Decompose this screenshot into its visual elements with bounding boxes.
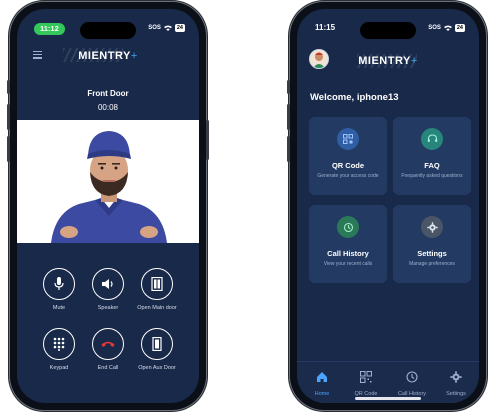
open-aux-door-label: Open Aux Door: [138, 365, 176, 371]
keypad-label: Keypad: [49, 365, 69, 371]
brand-plus: +: [410, 55, 418, 67]
history-icon: [406, 371, 418, 383]
welcome-heading: Welcome, iphone13: [310, 92, 399, 103]
home-indicator: [355, 397, 421, 400]
brand-name: MIENTRY: [358, 55, 411, 67]
left-phone: 11:12 SOS 24 MIENTRY+ Front Door 00:08 M…: [7, 2, 209, 410]
settings-card-subtitle: Manage preferences: [409, 261, 455, 267]
mute-button[interactable]: Mute: [31, 268, 87, 312]
brand-logo: MIENTRY+: [297, 55, 479, 67]
speaker-label: Speaker: [97, 305, 119, 311]
keypad-icon: [53, 337, 65, 351]
call-history-card-icon-bg: [337, 216, 359, 238]
status-bar: 11:15 SOS 24: [297, 18, 479, 39]
qr-code-card-subtitle: Generate your access code: [317, 173, 379, 179]
faq-card-subtitle: Frequently asked questions: [401, 173, 463, 179]
settings-card[interactable]: Settings Manage preferences: [393, 205, 471, 283]
dynamic-island: [80, 22, 136, 39]
headset-icon: [427, 134, 437, 142]
keypad-button[interactable]: Keypad: [31, 328, 87, 372]
visitor-photo: [17, 120, 199, 243]
call-history-card[interactable]: Call History View your recent calls: [309, 205, 387, 283]
qr-code-card-title: QR Code: [331, 161, 365, 170]
wifi-icon: [163, 25, 172, 31]
settings-card-title: Settings: [417, 249, 447, 258]
right-phone: 11:15 SOS 24 MIENTRY+ Welcome, iphone13 …: [287, 2, 486, 410]
volume-up-button: [287, 104, 290, 130]
volume-down-button: [7, 136, 10, 162]
tab-settings[interactable]: Settings: [433, 370, 479, 397]
power-button: [206, 120, 209, 160]
speaker-circle[interactable]: [92, 268, 124, 300]
video-feed: [17, 120, 199, 243]
battery-icon: 24: [174, 24, 185, 32]
action-button: [7, 80, 10, 94]
settings-card-icon-bg: [421, 216, 443, 238]
tab-settings-label: Settings: [446, 391, 466, 397]
wifi-icon: [443, 25, 452, 31]
volume-up-button: [7, 104, 10, 130]
sos-label: SOS: [148, 25, 161, 31]
action-button: [287, 80, 290, 94]
call-timer: 00:08: [97, 103, 119, 112]
faq-card-title: FAQ: [424, 161, 440, 170]
phone-hangup-icon: [101, 341, 115, 347]
status-indicators: SOS 24: [428, 24, 465, 32]
open-main-door-circle[interactable]: [141, 268, 173, 300]
door-icon: [152, 337, 162, 351]
open-aux-door-button[interactable]: Open Aux Door: [129, 328, 185, 372]
qr-code-icon: [343, 134, 353, 144]
gear-icon: [450, 371, 462, 383]
mute-label: Mute: [52, 305, 66, 311]
status-bar: 11:12 SOS 24: [17, 18, 199, 39]
brand-plus: +: [130, 50, 138, 62]
keypad-circle[interactable]: [43, 328, 75, 360]
end-call-button[interactable]: End Call: [80, 328, 136, 372]
volume-down-button: [287, 136, 290, 162]
dynamic-island: [360, 22, 416, 39]
battery-icon: 24: [454, 24, 465, 32]
speaker-button[interactable]: Speaker: [80, 268, 136, 312]
tab-home[interactable]: Home: [299, 370, 345, 397]
door-icon: [151, 277, 163, 291]
open-main-door-label: Open Main door: [137, 305, 177, 311]
qr-code-icon: [360, 371, 372, 383]
faq-card-icon-bg: [421, 128, 443, 150]
brand-logo: MIENTRY+: [17, 50, 199, 62]
home-icon: [317, 372, 327, 382]
status-time: 11:12: [34, 23, 65, 35]
call-history-card-title: Call History: [327, 249, 369, 258]
tab-qr-code[interactable]: QR Code: [343, 370, 389, 397]
end-call-circle[interactable]: [92, 328, 124, 360]
tab-home-label: Home: [314, 391, 330, 397]
call-history-card-subtitle: View your recent calls: [323, 261, 373, 267]
microphone-icon: [54, 277, 64, 290]
call-screen: 11:12 SOS 24 MIENTRY+ Front Door 00:08 M…: [17, 9, 199, 403]
status-time: 11:15: [315, 23, 336, 32]
status-indicators: SOS 24: [148, 24, 185, 32]
door-title: Front Door: [87, 89, 129, 98]
mute-circle[interactable]: [43, 268, 75, 300]
home-screen: 11:15 SOS 24 MIENTRY+ Welcome, iphone13 …: [297, 9, 479, 403]
qr-code-card[interactable]: QR Code Generate your access code: [309, 117, 387, 195]
qr-code-card-icon-bg: [337, 128, 359, 150]
brand-name: MIENTRY: [78, 50, 131, 62]
open-main-door-button[interactable]: Open Main door: [129, 268, 185, 312]
end-call-label: End Call: [97, 365, 119, 371]
gear-icon: [426, 221, 438, 233]
sos-label: SOS: [428, 25, 441, 31]
open-aux-door-circle[interactable]: [141, 328, 173, 360]
history-icon: [343, 222, 353, 232]
faq-card[interactable]: FAQ Frequently asked questions: [393, 117, 471, 195]
speaker-icon: [102, 279, 113, 289]
tab-call-history[interactable]: Call History: [389, 370, 435, 397]
